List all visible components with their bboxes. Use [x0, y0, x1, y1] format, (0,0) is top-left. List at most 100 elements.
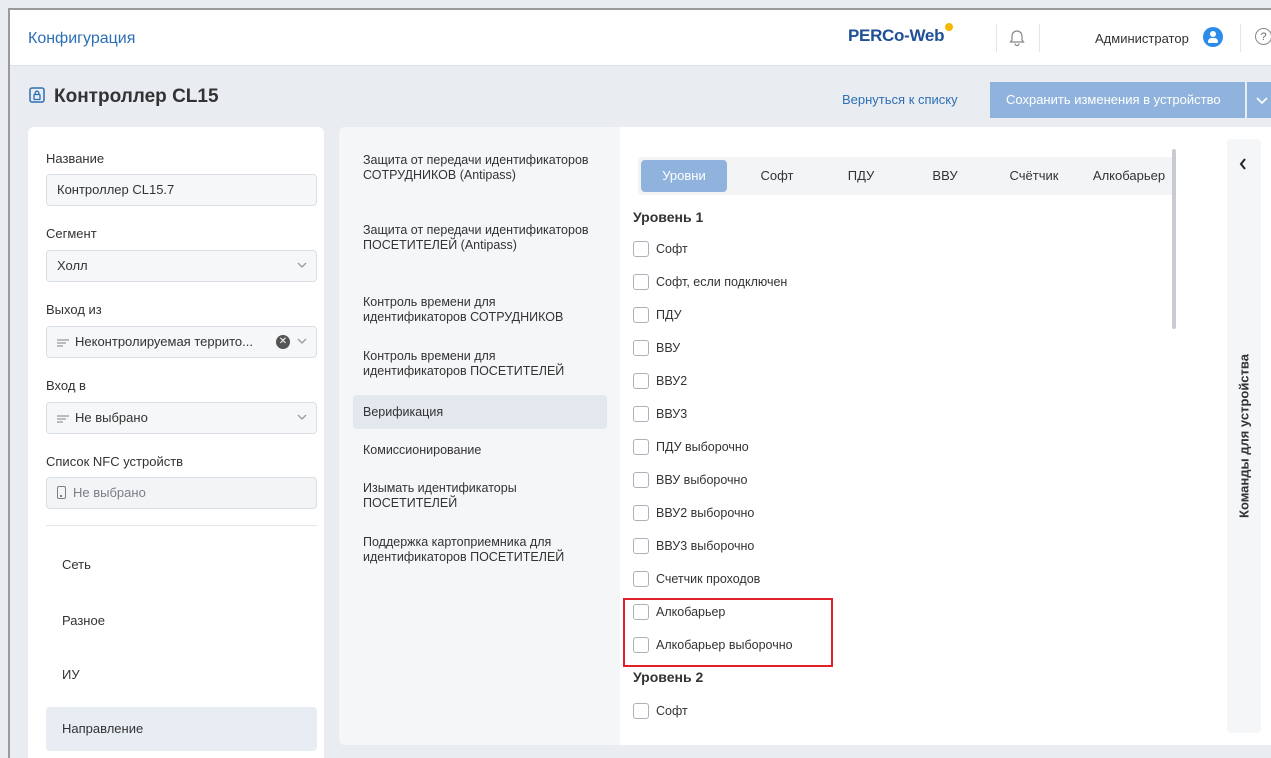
level-2-checkbox-soft[interactable]: Софт: [633, 701, 688, 721]
list-icon: [57, 338, 69, 347]
section-title[interactable]: Конфигурация: [28, 30, 135, 48]
checkbox[interactable]: [633, 406, 649, 422]
checkbox-label: ПДУ выборочно: [656, 440, 749, 454]
tab-external-device[interactable]: ВВУ: [910, 157, 980, 195]
nav-item-direction[interactable]: Направление: [46, 707, 317, 751]
tab-alcobarrier[interactable]: Алкобарьер: [1084, 157, 1174, 195]
back-to-list-link[interactable]: Вернуться к списку: [842, 92, 958, 107]
device-lock-icon: [29, 87, 45, 103]
exit-from-value: Неконтролируемая террито...: [75, 334, 253, 349]
checkbox-label: ВВУ2 выборочно: [656, 506, 755, 520]
save-to-device-button[interactable]: Сохранить изменения в устройство: [990, 82, 1245, 118]
settings-menu: Защита от передачи идентификаторов СОТРУ…: [339, 127, 620, 745]
segment-value: Холл: [57, 258, 88, 273]
level-1-checkbox-vvu3-selective[interactable]: ВВУ3 выборочно: [633, 536, 754, 556]
divider: [46, 525, 317, 526]
menu-item-withdraw-visitor-ids[interactable]: Изымать идентификаторы ПОСЕТИТЕЛЕЙ: [353, 475, 607, 517]
brand-logo: PERCo-Web: [848, 23, 954, 46]
checkbox[interactable]: [633, 439, 649, 455]
level-1-checkbox-vvu2-selective[interactable]: ВВУ2 выборочно: [633, 503, 754, 523]
nfc-list-label: Список NFC устройств: [46, 454, 184, 469]
entry-to-select[interactable]: Не выбрано: [46, 402, 317, 434]
level-2-title: Уровень 2: [633, 669, 704, 685]
checkbox[interactable]: [633, 307, 649, 323]
device-properties-panel: Название Контроллер CL15.7 Сегмент Холл …: [28, 127, 324, 758]
tab-soft[interactable]: Софт: [742, 157, 812, 195]
bell-icon: [1009, 30, 1025, 47]
checkbox-label: Софт, если подключен: [656, 275, 788, 289]
user-name[interactable]: Администратор: [1095, 31, 1189, 46]
checkbox[interactable]: [633, 373, 649, 389]
level-1-checkbox-vvu[interactable]: ВВУ: [633, 338, 680, 358]
checkbox-label: ВВУ2: [656, 374, 688, 388]
clear-icon[interactable]: ✕: [276, 335, 290, 349]
entry-to-value: Не выбрано: [75, 410, 148, 425]
help-button[interactable]: ?: [1240, 24, 1271, 52]
menu-item-visitor-time-control[interactable]: Контроль времени для идентификаторов ПОС…: [353, 343, 607, 385]
notifications-button[interactable]: [996, 24, 1040, 52]
nav-item-network[interactable]: Сеть: [46, 543, 317, 587]
annotation-highlight-box: [623, 598, 833, 667]
chevron-down-icon: [297, 338, 307, 344]
tab-counter[interactable]: Счётчик: [994, 157, 1074, 195]
menu-item-card-collector[interactable]: Поддержка картоприемника для идентификат…: [353, 529, 607, 571]
nav-item-actuators[interactable]: ИУ: [46, 653, 317, 697]
checkbox[interactable]: [633, 340, 649, 356]
checkbox[interactable]: [633, 274, 649, 290]
chevron-down-icon: [1256, 97, 1268, 105]
menu-item-employee-time-control[interactable]: Контроль времени для идентификаторов СОТ…: [353, 289, 607, 331]
level-1-checkbox-soft[interactable]: Софт: [633, 239, 688, 259]
device-commands-label: Команды для устройства: [1236, 354, 1252, 518]
chevron-down-icon: [297, 414, 307, 420]
checkbox[interactable]: [633, 241, 649, 257]
verification-tabs: Уровни Софт ПДУ ВВУ Счётчик Алкобарьер: [638, 157, 1176, 195]
name-input[interactable]: Контроллер CL15.7: [46, 174, 317, 206]
brand-logo-text: PERCo-Web: [848, 26, 945, 45]
menu-item-verification[interactable]: Верификация: [353, 395, 607, 429]
level-1-checkbox-pass-counter[interactable]: Счетчик проходов: [633, 569, 760, 589]
menu-item-visitor-antipass[interactable]: Защита от передачи идентификаторов ПОСЕТ…: [353, 217, 607, 259]
exit-from-select[interactable]: Неконтролируемая террито... ✕: [46, 326, 317, 358]
checkbox[interactable]: [633, 538, 649, 554]
checkbox[interactable]: [633, 703, 649, 719]
tab-levels[interactable]: Уровни: [641, 160, 727, 192]
checkbox-label: ВВУ3 выборочно: [656, 539, 755, 553]
tab-remote-control[interactable]: ПДУ: [826, 157, 896, 195]
brand-logo-dot: [945, 23, 954, 31]
help-icon: ?: [1255, 28, 1271, 45]
menu-item-commissioning[interactable]: Комиссионирование: [353, 437, 607, 464]
chevron-left-icon[interactable]: [1238, 157, 1248, 171]
page-title-text: Контроллер CL15: [54, 86, 219, 107]
checkbox[interactable]: [633, 505, 649, 521]
level-1-checkbox-vvu-selective[interactable]: ВВУ выборочно: [633, 470, 747, 490]
nav-item-misc[interactable]: Разное: [46, 599, 317, 643]
chevron-down-icon: [297, 262, 307, 268]
top-bar: Конфигурация PERCo-Web Администратор ?: [10, 10, 1271, 66]
level-1-title: Уровень 1: [633, 209, 704, 225]
checkbox-label: ВВУ3: [656, 407, 688, 421]
menu-item-employee-antipass[interactable]: Защита от передачи идентификаторов СОТРУ…: [353, 147, 607, 189]
level-1-checkbox-vvu3[interactable]: ВВУ3: [633, 404, 687, 424]
level-1-checkbox-soft-if-connected[interactable]: Софт, если подключен: [633, 272, 787, 292]
checkbox-label: Счетчик проходов: [656, 572, 761, 586]
avatar[interactable]: [1203, 27, 1223, 47]
name-value: Контроллер CL15.7: [57, 182, 175, 197]
direction-settings-panel: Защита от передачи идентификаторов СОТРУ…: [339, 127, 1271, 745]
checkbox[interactable]: [633, 571, 649, 587]
level-1-checkbox-vvu2[interactable]: ВВУ2: [633, 371, 687, 391]
level-1-checkbox-pdu-selective[interactable]: ПДУ выборочно: [633, 437, 749, 457]
checkbox-label: ВВУ: [656, 341, 681, 355]
device-commands-panel[interactable]: Команды для устройства: [1227, 139, 1261, 733]
entry-to-label: Вход в: [46, 378, 86, 393]
checkbox[interactable]: [633, 472, 649, 488]
list-icon: [57, 414, 69, 423]
save-options-dropdown[interactable]: [1247, 82, 1271, 118]
name-label: Название: [46, 151, 105, 166]
segment-label: Сегмент: [46, 226, 97, 241]
nfc-list-select[interactable]: Не выбрано: [46, 477, 317, 509]
segment-select[interactable]: Холл: [46, 250, 317, 282]
checkbox-label: ПДУ: [656, 308, 682, 322]
scrollbar[interactable]: [1172, 149, 1176, 329]
level-1-checkbox-pdu[interactable]: ПДУ: [633, 305, 682, 325]
nfc-list-value: Не выбрано: [73, 485, 146, 500]
